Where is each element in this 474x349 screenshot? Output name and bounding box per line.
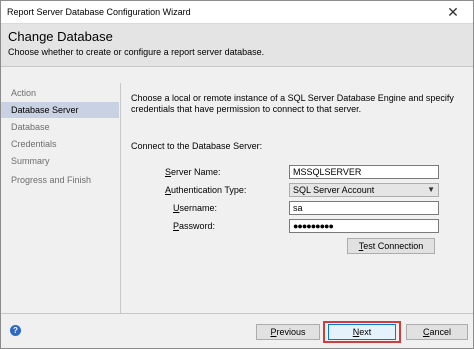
page-subtitle: Choose whether to create or configure a … [8, 47, 265, 57]
next-button[interactable]: Next [328, 324, 396, 340]
username-input[interactable]: sa [289, 201, 439, 215]
main-content: Choose a local or remote instance of a S… [121, 83, 473, 313]
password-label: Password: [173, 221, 216, 231]
description: Choose a local or remote instance of a S… [131, 93, 461, 115]
description-line-1: Choose a local or remote instance of a S… [131, 93, 454, 103]
step-summary[interactable]: Summary [1, 153, 119, 169]
step-action[interactable]: Action [1, 85, 119, 101]
description-line-2: credentials that have permission to conn… [131, 104, 362, 114]
page-title: Change Database [8, 29, 113, 44]
step-credentials[interactable]: Credentials [1, 136, 119, 152]
window-title: Report Server Database Configuration Wiz… [7, 7, 191, 17]
step-database[interactable]: Database [1, 119, 119, 135]
auth-type-select[interactable]: SQL Server Account ▼ [289, 183, 439, 197]
step-progress-and-finish[interactable]: Progress and Finish [1, 172, 119, 188]
chevron-down-icon: ▼ [427, 185, 435, 194]
cancel-button[interactable]: Cancel [406, 324, 468, 340]
wizard-steps: Action Database Server Database Credenti… [1, 83, 119, 313]
close-icon[interactable]: ✕ [433, 1, 473, 23]
page-header: Change Database Choose whether to create… [1, 24, 473, 67]
server-name-label: Server Name: [165, 167, 221, 177]
auth-type-label: Authentication Type: [165, 185, 247, 195]
username-label: Username: [173, 203, 218, 213]
title-bar: Report Server Database Configuration Wiz… [1, 1, 473, 24]
section-label: Connect to the Database Server: [131, 141, 263, 151]
help-icon[interactable]: ? [10, 325, 21, 336]
previous-button[interactable]: Previous [256, 324, 320, 340]
server-name-input[interactable]: MSSQLSERVER [289, 165, 439, 179]
wizard-window: Report Server Database Configuration Wiz… [0, 0, 474, 349]
password-input[interactable]: ●●●●●●●●● [289, 219, 439, 233]
step-database-server[interactable]: Database Server [1, 102, 119, 118]
test-connection-button[interactable]: Test Connection [347, 238, 435, 254]
footer-divider [1, 313, 473, 314]
